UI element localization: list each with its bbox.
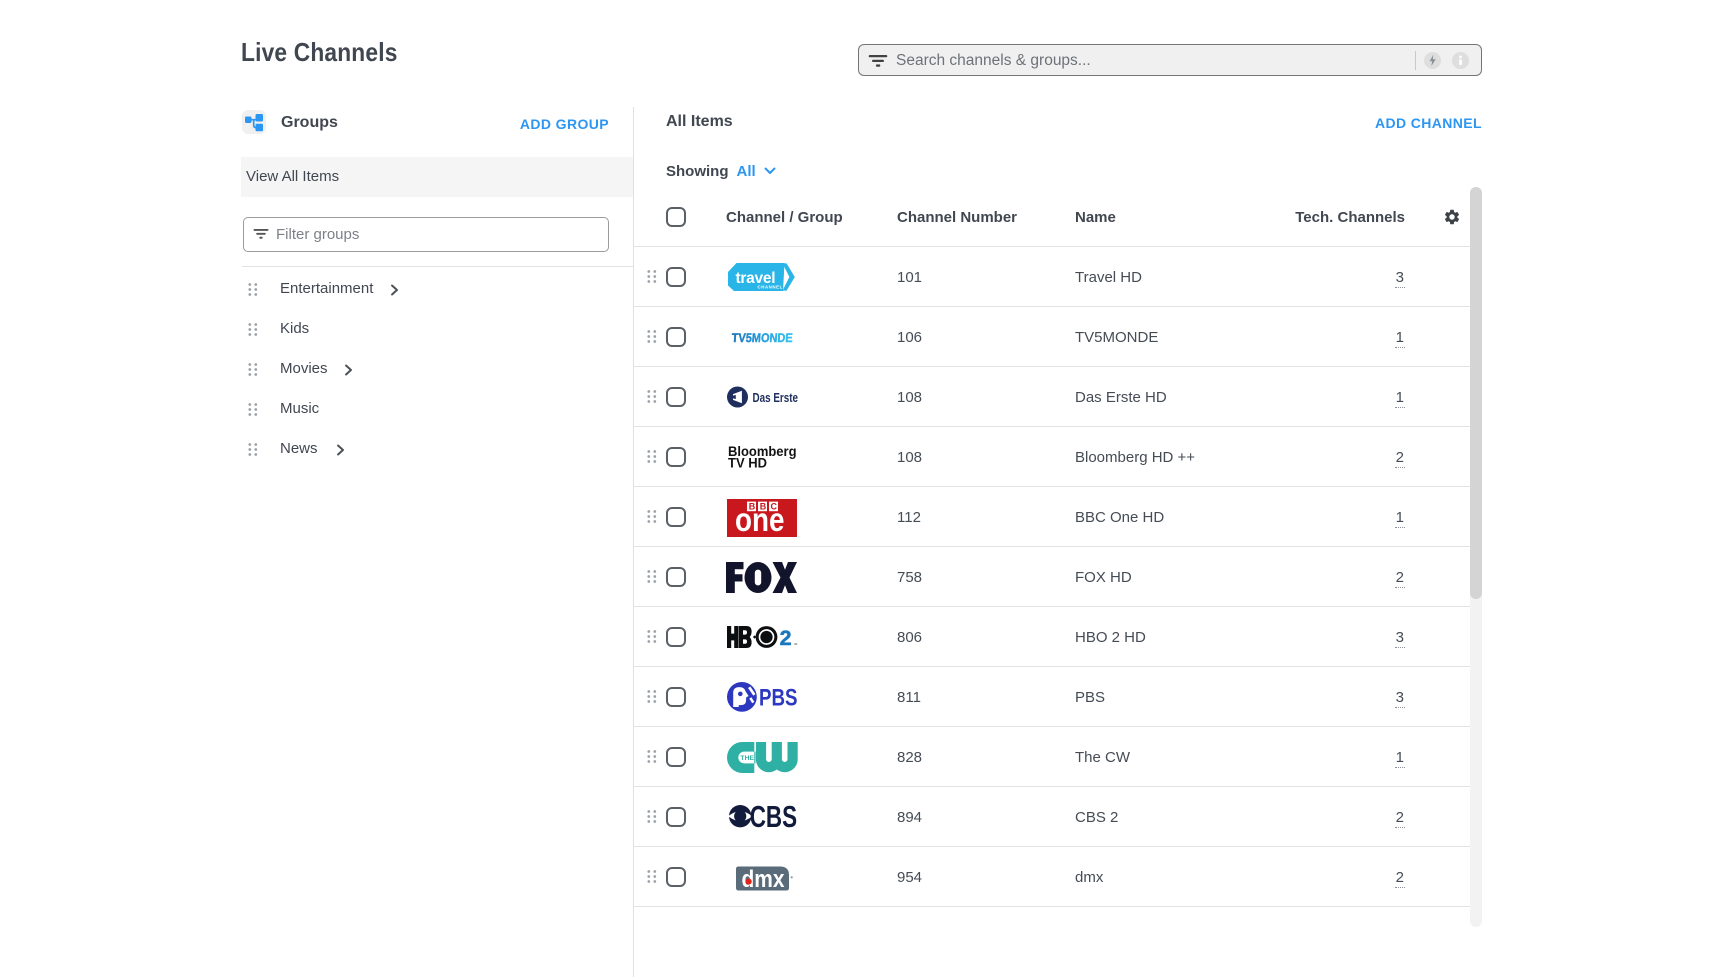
svg-text:PBS: PBS <box>759 685 798 712</box>
svg-text:THE: THE <box>740 755 754 762</box>
svg-text:2: 2 <box>780 626 792 649</box>
svg-text:one: one <box>735 501 785 537</box>
svg-text:Das Erste: Das Erste <box>753 391 799 405</box>
svg-text:TV5MONDE: TV5MONDE <box>731 331 793 344</box>
svg-text:TV HD: TV HD <box>728 454 767 469</box>
svg-text:CHANNEL: CHANNEL <box>758 284 783 289</box>
svg-text:CBS: CBS <box>750 805 797 828</box>
